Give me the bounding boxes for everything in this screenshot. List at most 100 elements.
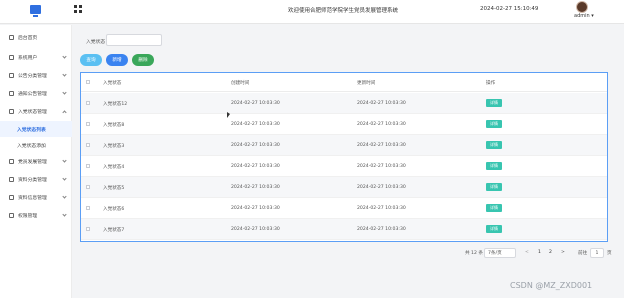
add-button[interactable]: 新增 — [106, 54, 128, 66]
user-icon — [9, 54, 14, 60]
detail-button[interactable]: 详情 — [486, 183, 502, 191]
folder-icon — [9, 194, 14, 200]
column-header: 操作 — [486, 81, 496, 86]
datetime-display: 2024-02-27 15:10:49 — [480, 6, 539, 12]
home-icon — [9, 34, 14, 40]
table-row: 入党状态6 2024-02-27 10:03:30 2024-02-27 10:… — [81, 198, 607, 219]
cell-updated: 2024-02-27 10:03:30 — [357, 143, 406, 148]
avatar[interactable] — [576, 1, 588, 13]
row-checkbox[interactable] — [86, 185, 90, 189]
cell-created: 2024-02-27 10:03:30 — [231, 164, 280, 169]
column-header: 入党状态 — [103, 81, 122, 86]
user-menu[interactable]: admin ▾ — [574, 13, 594, 19]
mouse-cursor-icon — [227, 112, 230, 118]
sidebar-item-label: 系统用户 — [18, 55, 38, 61]
status-search-input[interactable] — [106, 34, 162, 46]
prev-page-button[interactable]: < — [525, 250, 529, 260]
sidebar-item-notice-category[interactable]: 公告分类管理 — [0, 65, 72, 85]
sidebar-item-material-info[interactable]: 资料信息管理 — [0, 187, 72, 207]
row-checkbox[interactable] — [86, 122, 90, 126]
user-icon — [9, 212, 14, 218]
sidebar: 后台首页 系统用户 公告分类管理 通知公告管理 入党状态管理 入党状态列表 入党… — [0, 25, 72, 298]
cell-updated: 2024-02-27 10:03:30 — [357, 122, 406, 127]
cell-created: 2024-02-27 10:03:30 — [231, 206, 280, 211]
sidebar-item-label: 后台首页 — [18, 35, 38, 41]
row-checkbox[interactable] — [86, 101, 90, 105]
chevron-up-icon — [62, 110, 67, 115]
system-title: 欢迎使用合肥师范学院学生党员发展管理系统 — [288, 8, 399, 14]
cell-updated: 2024-02-27 10:03:30 — [357, 227, 406, 232]
cell-status: 入党状态7 — [103, 228, 125, 233]
sidebar-item-label: 权限管理 — [18, 213, 38, 219]
table-row: 入党状态5 2024-02-27 10:03:30 2024-02-27 10:… — [81, 177, 607, 198]
detail-button[interactable]: 详情 — [486, 162, 502, 170]
page-1-button[interactable]: 1 — [538, 250, 541, 260]
folder-icon — [9, 176, 14, 182]
row-checkbox[interactable] — [86, 164, 90, 168]
chevron-down-icon — [62, 90, 67, 95]
grid-icon[interactable] — [74, 5, 82, 13]
row-checkbox[interactable] — [86, 227, 90, 231]
row-checkbox[interactable] — [86, 206, 90, 210]
table-row: 入党状态3 2024-02-27 10:03:30 2024-02-27 10:… — [81, 135, 607, 156]
detail-button[interactable]: 详情 — [486, 99, 502, 107]
chevron-down-icon — [62, 54, 67, 59]
sidebar-item-label: 通知公告管理 — [18, 91, 47, 97]
row-checkbox[interactable] — [86, 143, 90, 147]
chevron-down-icon — [62, 72, 67, 77]
chevron-down-icon — [62, 212, 67, 217]
sidebar-item-label: 资料分类管理 — [18, 177, 47, 183]
sidebar-item-party-status[interactable]: 入党状态管理 — [0, 101, 72, 121]
sidebar-item-member-development[interactable]: 党员发展管理 — [0, 151, 72, 171]
detail-button[interactable]: 详情 — [486, 225, 502, 233]
chevron-down-icon — [62, 158, 67, 163]
chevron-down-icon — [62, 194, 67, 199]
table-row: 入党状态4 2024-02-27 10:03:30 2024-02-27 10:… — [81, 156, 607, 177]
sidebar-item-permissions[interactable]: 权限管理 — [0, 205, 72, 225]
sidebar-item-system-users[interactable]: 系统用户 — [0, 47, 72, 67]
sidebar-item-home[interactable]: 后台首页 — [0, 27, 72, 47]
cell-created: 2024-02-27 10:03:30 — [231, 143, 280, 148]
cell-updated: 2024-02-27 10:03:30 — [357, 164, 406, 169]
page-size-select[interactable]: 7条/页 — [484, 248, 516, 258]
next-page-button[interactable]: > — [561, 250, 565, 260]
cell-created: 2024-02-27 10:03:30 — [231, 122, 280, 127]
cell-status: 入党状态6 — [103, 207, 125, 212]
filter-label: 入党状态 — [86, 40, 106, 45]
chevron-down-icon — [62, 176, 67, 181]
table-row: 入党状态12 2024-02-27 10:03:30 2024-02-27 10… — [81, 93, 607, 114]
detail-button[interactable]: 详情 — [486, 141, 502, 149]
folder-icon — [9, 108, 14, 114]
goto-page-input[interactable]: 1 — [590, 248, 604, 258]
delete-button[interactable]: 删除 — [132, 54, 154, 66]
data-table: 入党状态 创建时间 更新时间 操作 入党状态12 2024-02-27 10:0… — [80, 72, 608, 242]
cell-created: 2024-02-27 10:03:30 — [231, 185, 280, 190]
select-all-checkbox[interactable] — [86, 80, 90, 84]
cell-status: 入党状态12 — [103, 102, 128, 107]
sidebar-item-label: 资料信息管理 — [18, 195, 47, 201]
cell-updated: 2024-02-27 10:03:30 — [357, 206, 406, 211]
table-header: 入党状态 创建时间 更新时间 操作 — [81, 73, 607, 92]
cell-status: 入党状态4 — [103, 165, 125, 170]
sidebar-subitem-status-list[interactable]: 入党状态列表 — [0, 121, 72, 137]
cell-created: 2024-02-27 10:03:30 — [231, 101, 280, 106]
pagination-total: 共 12 条 — [465, 251, 483, 256]
column-header: 更新时间 — [357, 81, 376, 86]
detail-button[interactable]: 详情 — [486, 120, 502, 128]
table-row: 入党状态8 2024-02-27 10:03:30 2024-02-27 10:… — [81, 114, 607, 135]
sidebar-item-label: 公告分类管理 — [18, 73, 47, 79]
goto-label: 前往 — [578, 251, 588, 256]
top-bar: 欢迎使用合肥师范学院学生党员发展管理系统 2024-02-27 15:10:49… — [0, 0, 624, 24]
page-2-button[interactable]: 2 — [549, 250, 552, 260]
cell-created: 2024-02-27 10:03:30 — [231, 227, 280, 232]
sidebar-item-material-category[interactable]: 资料分类管理 — [0, 169, 72, 189]
sidebar-item-label: 党员发展管理 — [18, 159, 47, 165]
table-row: 入党状态7 2024-02-27 10:03:30 2024-02-27 10:… — [81, 219, 607, 240]
sidebar-item-label: 入党状态管理 — [18, 109, 47, 115]
search-button[interactable]: 查询 — [80, 54, 102, 66]
watermark: CSDN @MZ_ZXD001 — [510, 281, 593, 290]
cell-status: 入党状态3 — [103, 144, 125, 149]
sidebar-item-notice[interactable]: 通知公告管理 — [0, 83, 72, 103]
detail-button[interactable]: 详情 — [486, 204, 502, 212]
column-header: 创建时间 — [231, 81, 250, 86]
